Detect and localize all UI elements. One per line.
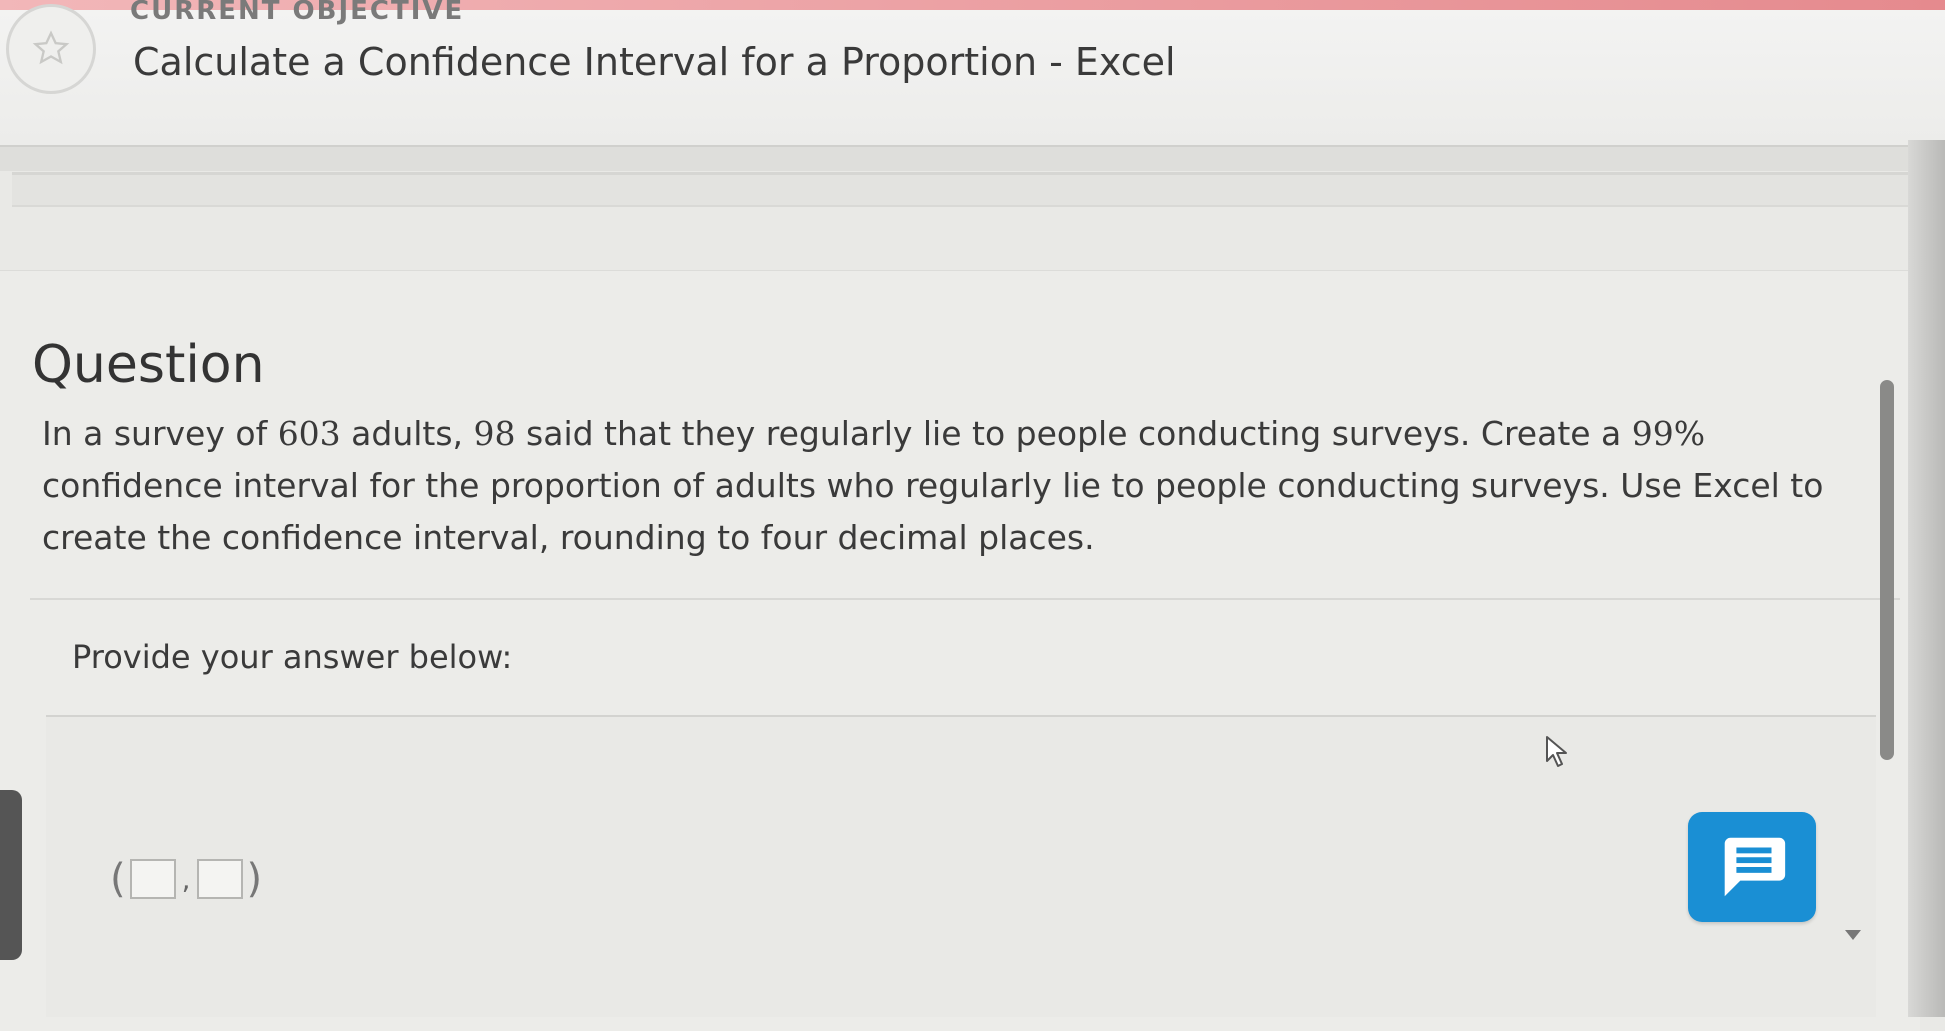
success-count: 98 bbox=[473, 414, 516, 453]
question-text: In a survey of 603 adults, 98 said that … bbox=[42, 408, 1882, 564]
question-text-part: said that they regularly lie to people c… bbox=[515, 414, 1632, 453]
scroll-down-arrow[interactable] bbox=[1845, 930, 1861, 940]
upper-bound-input[interactable] bbox=[196, 859, 243, 899]
question-text-part: In a survey of bbox=[42, 414, 278, 453]
header-divider-secondary bbox=[12, 172, 1942, 207]
question-text-part: adults, bbox=[340, 414, 474, 453]
interval-separator: , bbox=[181, 862, 191, 896]
left-edge-handle bbox=[0, 790, 22, 960]
question-heading: Question bbox=[32, 334, 265, 395]
objective-header: CURRENT OBJECTIVE Calculate a Confidence… bbox=[0, 0, 1945, 145]
header-divider bbox=[0, 145, 1945, 171]
confidence-level: 99% bbox=[1631, 414, 1706, 453]
objective-label: CURRENT OBJECTIVE bbox=[130, 0, 465, 26]
scrollbar[interactable] bbox=[1880, 380, 1894, 760]
page-title: Calculate a Confidence Interval for a Pr… bbox=[133, 40, 1176, 84]
star-icon bbox=[32, 30, 70, 65]
answer-area bbox=[46, 717, 1876, 1017]
lower-bound-input[interactable] bbox=[129, 859, 176, 899]
chat-icon bbox=[1724, 837, 1786, 897]
mouse-pointer-icon bbox=[1546, 736, 1567, 767]
screen-edge-shadow bbox=[1908, 140, 1945, 1017]
question-text-part: confidence interval for the proportion o… bbox=[42, 466, 1824, 557]
interval-answer-input: ( , ) bbox=[110, 856, 262, 902]
answer-prompt: Provide your answer below: bbox=[72, 638, 513, 676]
close-paren: ) bbox=[246, 856, 263, 902]
objective-star-badge[interactable] bbox=[6, 4, 96, 94]
open-paren: ( bbox=[110, 856, 126, 902]
question-divider bbox=[30, 598, 1900, 600]
chat-button[interactable] bbox=[1688, 812, 1816, 922]
sample-size: 603 bbox=[277, 414, 341, 453]
